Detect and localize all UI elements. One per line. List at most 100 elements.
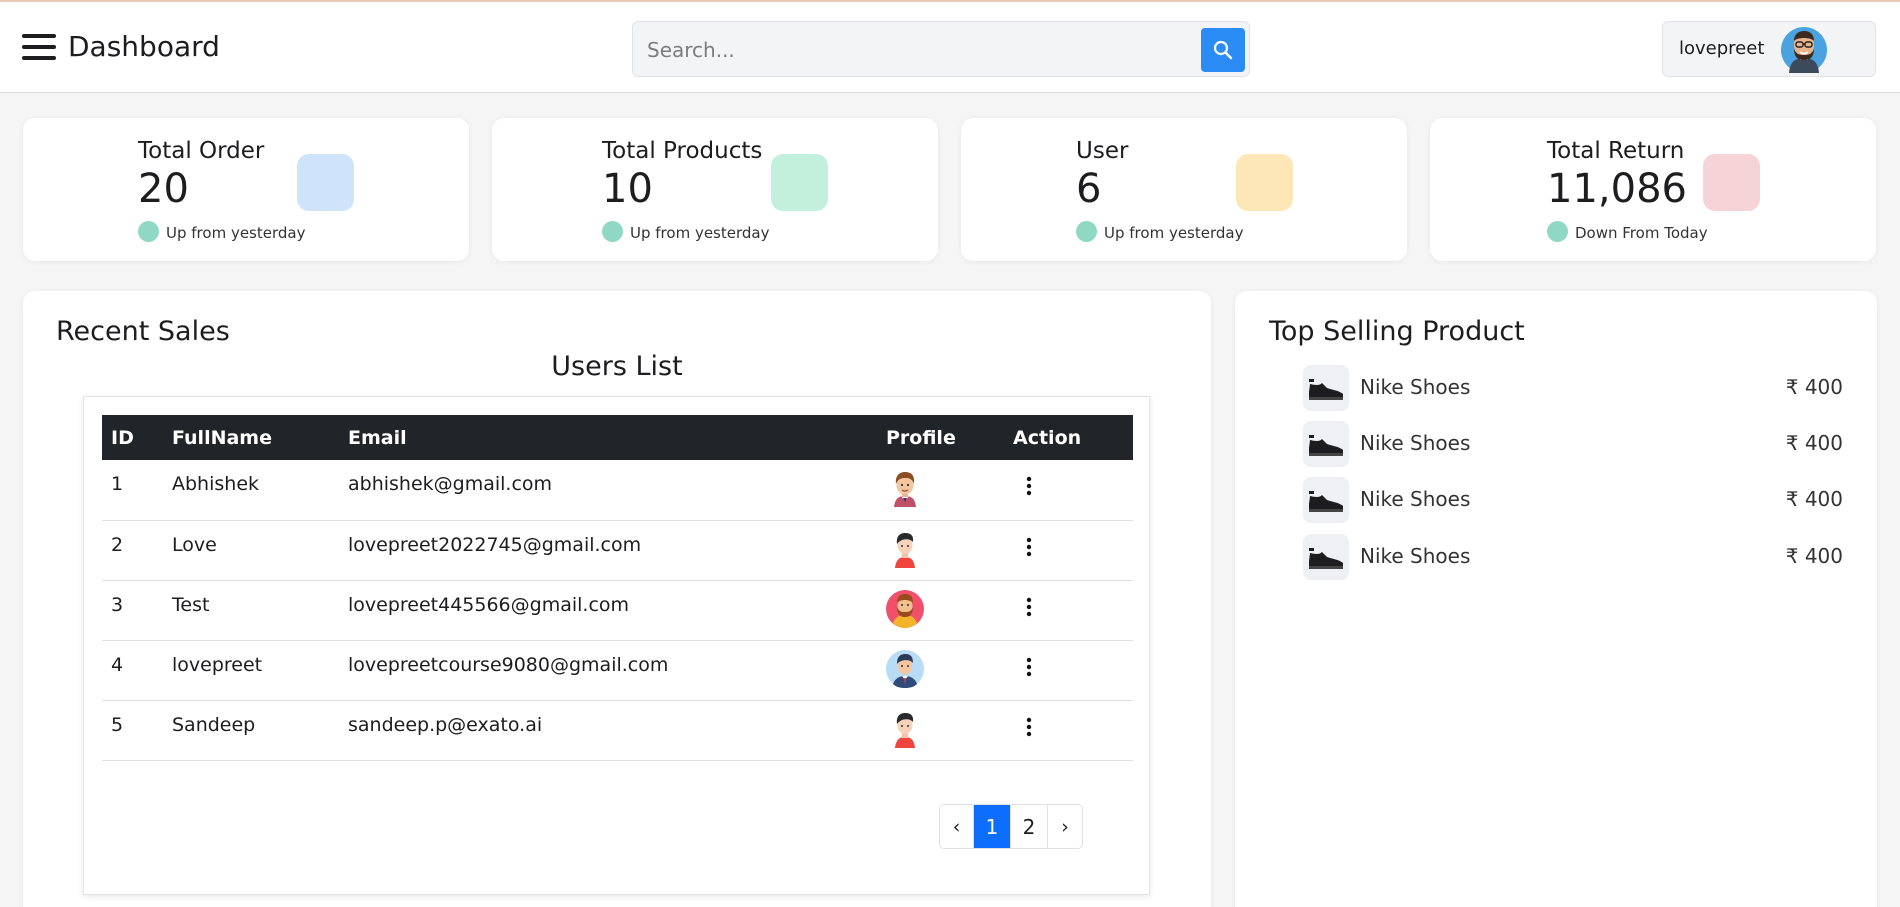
stat-note: Up from yesterday bbox=[630, 224, 770, 242]
username: lovepreet bbox=[1679, 38, 1765, 59]
cell-action bbox=[1004, 460, 1133, 521]
status-dot-icon bbox=[138, 221, 159, 242]
shoe-icon bbox=[1309, 548, 1343, 569]
cell-id: 4 bbox=[102, 640, 163, 701]
pagination-page-1[interactable]: 1 bbox=[974, 805, 1011, 848]
stat-card-user: User 6 Up from yesterday bbox=[961, 118, 1407, 261]
top-selling-panel: Top Selling Product Nike Shoes ₹ 400 Nik… bbox=[1235, 291, 1877, 907]
pagination: ‹ 1 2 › bbox=[939, 804, 1083, 849]
stat-title: Total Order bbox=[138, 138, 265, 164]
recent-sales-title: Recent Sales bbox=[56, 316, 230, 347]
man-red-shirt-icon bbox=[895, 532, 915, 568]
stat-note: Down From Today bbox=[1575, 224, 1708, 242]
shoe-icon bbox=[1309, 435, 1343, 456]
stat-icon bbox=[771, 154, 828, 211]
product-price: ₹ 400 bbox=[1785, 487, 1843, 511]
product-price: ₹ 400 bbox=[1785, 375, 1843, 399]
stat-note: Up from yesterday bbox=[166, 224, 306, 242]
stat-title: Total Products bbox=[602, 138, 763, 164]
cell-action bbox=[1004, 520, 1133, 581]
stat-card-total-products: Total Products 10 Up from yesterday bbox=[492, 118, 938, 261]
cell-profile bbox=[877, 580, 1004, 641]
pagination-prev-button[interactable]: ‹ bbox=[940, 805, 974, 848]
stat-note: Up from yesterday bbox=[1104, 224, 1244, 242]
cell-id: 3 bbox=[102, 580, 163, 641]
stat-value: 10 bbox=[602, 166, 653, 212]
kebab-menu-icon[interactable] bbox=[1019, 474, 1039, 498]
user-profile-menu[interactable]: lovepreet bbox=[1662, 21, 1876, 77]
product-thumbnail bbox=[1303, 421, 1349, 467]
stat-value: 6 bbox=[1076, 166, 1102, 212]
cell-fullname: lovepreet bbox=[163, 640, 339, 701]
man-red-shirt-icon bbox=[895, 712, 915, 748]
stat-card-total-order: Total Order 20 Up from yesterday bbox=[23, 118, 469, 261]
users-table: ID FullName Email Profile Action 1 Abhis… bbox=[102, 415, 1133, 761]
kebab-menu-icon[interactable] bbox=[1019, 655, 1039, 679]
cell-id: 2 bbox=[102, 520, 163, 581]
cell-id: 5 bbox=[102, 700, 163, 761]
search-input[interactable] bbox=[647, 34, 1187, 66]
page-title: Dashboard bbox=[68, 30, 220, 63]
stat-value: 11,086 bbox=[1547, 166, 1687, 212]
shoe-icon bbox=[1309, 379, 1343, 400]
column-header-email: Email bbox=[339, 415, 877, 460]
product-name: Nike Shoes bbox=[1360, 431, 1471, 455]
kebab-menu-icon[interactable] bbox=[1019, 535, 1039, 559]
cell-id: 1 bbox=[102, 460, 163, 521]
search-button[interactable] bbox=[1201, 28, 1245, 72]
cell-profile bbox=[877, 700, 1004, 761]
search-icon bbox=[1213, 40, 1233, 60]
product-name: Nike Shoes bbox=[1360, 544, 1471, 568]
stat-title: User bbox=[1076, 138, 1129, 164]
cell-action bbox=[1004, 640, 1133, 701]
column-header-id: ID bbox=[102, 415, 163, 460]
list-item[interactable]: Nike Shoes ₹ 400 bbox=[1303, 365, 1843, 411]
product-name: Nike Shoes bbox=[1360, 487, 1471, 511]
status-dot-icon bbox=[1076, 221, 1097, 242]
cell-profile bbox=[877, 520, 1004, 581]
pagination-next-button[interactable]: › bbox=[1048, 805, 1082, 848]
cell-email: sandeep.p@exato.ai bbox=[339, 700, 877, 761]
stat-card-total-return: Total Return 11,086 Down From Today bbox=[1430, 118, 1876, 261]
product-price: ₹ 400 bbox=[1785, 544, 1843, 568]
hamburger-menu-icon[interactable] bbox=[22, 32, 56, 62]
table-header-row: ID FullName Email Profile Action bbox=[102, 415, 1133, 460]
stat-title: Total Return bbox=[1547, 138, 1685, 164]
pagination-page-2[interactable]: 2 bbox=[1011, 805, 1048, 848]
cell-email: lovepreetcourse9080@gmail.com bbox=[339, 640, 877, 701]
kebab-menu-icon[interactable] bbox=[1019, 595, 1039, 619]
cell-fullname: Sandeep bbox=[163, 700, 339, 761]
cell-action bbox=[1004, 580, 1133, 641]
product-thumbnail bbox=[1303, 477, 1349, 523]
stat-icon bbox=[1236, 154, 1293, 211]
stat-icon bbox=[297, 154, 354, 211]
cell-email: lovepreet2022745@gmail.com bbox=[339, 520, 877, 581]
table-row: 3 Test lovepreet445566@gmail.com bbox=[102, 580, 1133, 641]
man-brown-hair-icon bbox=[894, 472, 916, 507]
status-dot-icon bbox=[1547, 221, 1568, 242]
table-row: 5 Sandeep sandeep.p@exato.ai bbox=[102, 700, 1133, 761]
shoe-icon bbox=[1309, 491, 1343, 512]
table-row: 2 Love lovepreet2022745@gmail.com bbox=[102, 520, 1133, 581]
cell-fullname: Love bbox=[163, 520, 339, 581]
stat-icon bbox=[1703, 154, 1760, 211]
list-item[interactable]: Nike Shoes ₹ 400 bbox=[1303, 421, 1843, 467]
cell-email: abhishek@gmail.com bbox=[339, 460, 877, 521]
product-price: ₹ 400 bbox=[1785, 431, 1843, 455]
list-item[interactable]: Nike Shoes ₹ 400 bbox=[1303, 534, 1843, 580]
top-selling-title: Top Selling Product bbox=[1269, 316, 1525, 347]
column-header-action: Action bbox=[1004, 415, 1133, 460]
bearded-man-icon bbox=[886, 589, 924, 628]
user-avatar-icon bbox=[1781, 27, 1827, 73]
man-suit-icon bbox=[886, 649, 924, 688]
table-row: 4 lovepreet lovepreetcourse9080@gmail.co… bbox=[102, 640, 1133, 701]
top-bar: Dashboard lovepreet bbox=[0, 0, 1900, 93]
cell-email: lovepreet445566@gmail.com bbox=[339, 580, 877, 641]
cell-profile bbox=[877, 640, 1004, 701]
cell-action bbox=[1004, 700, 1133, 761]
list-item[interactable]: Nike Shoes ₹ 400 bbox=[1303, 477, 1843, 523]
cell-fullname: Abhishek bbox=[163, 460, 339, 521]
kebab-menu-icon[interactable] bbox=[1019, 715, 1039, 739]
search-bar bbox=[632, 21, 1250, 77]
users-list-title: Users List bbox=[551, 351, 683, 382]
